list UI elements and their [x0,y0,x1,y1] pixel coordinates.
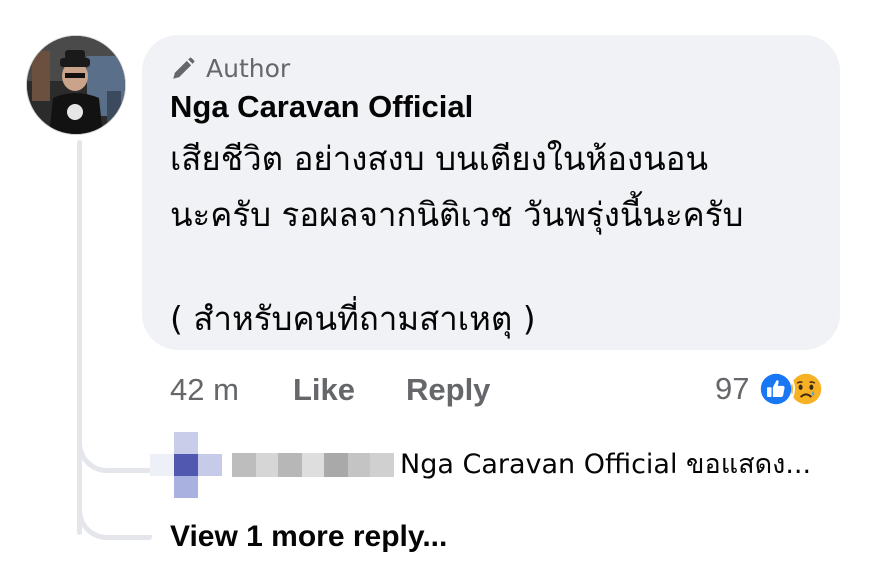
reply-avatar-blurred [150,432,222,498]
avatar-photo [27,36,125,134]
reply-button[interactable]: Reply [406,370,490,410]
reply-author-blurred [232,450,394,480]
pencil-icon [173,57,195,79]
thread-branch-line [77,418,152,473]
comment-text-line: เสียชีวิต อย่างสงบ บนเตียงในห้องนอน [170,139,709,178]
comment-author-name[interactable]: Nga Caravan Official [170,89,473,125]
comment-text-line: นะครับ รอผลจากนิติเวช วันพรุ่งนี้นะครับ [170,195,744,234]
like-button[interactable]: Like [293,370,355,410]
reply-preview[interactable]: Nga Caravan Official ขอแสดง... [150,432,812,498]
comment-bubble: Author Nga Caravan Official เสียชีวิต อย… [142,35,840,350]
author-badge-label: Author [206,54,291,83]
thread-branch-line [77,490,152,540]
author-badge: Author [170,53,290,85]
comment-timestamp[interactable]: 42 m [170,370,239,410]
thread-line [77,140,82,535]
reaction-count: 97 [715,371,750,406]
view-more-replies-link[interactable]: View 1 more reply... [170,517,447,557]
reply-preview-text: Nga Caravan Official ขอแสดง... [400,448,812,480]
comment-text-line: ( สำหรับคนที่ถามสาเหตุ ) [170,299,536,338]
like-icon [757,370,796,408]
reactions-summary[interactable]: 97 [715,368,826,410]
author-avatar[interactable] [26,35,126,135]
